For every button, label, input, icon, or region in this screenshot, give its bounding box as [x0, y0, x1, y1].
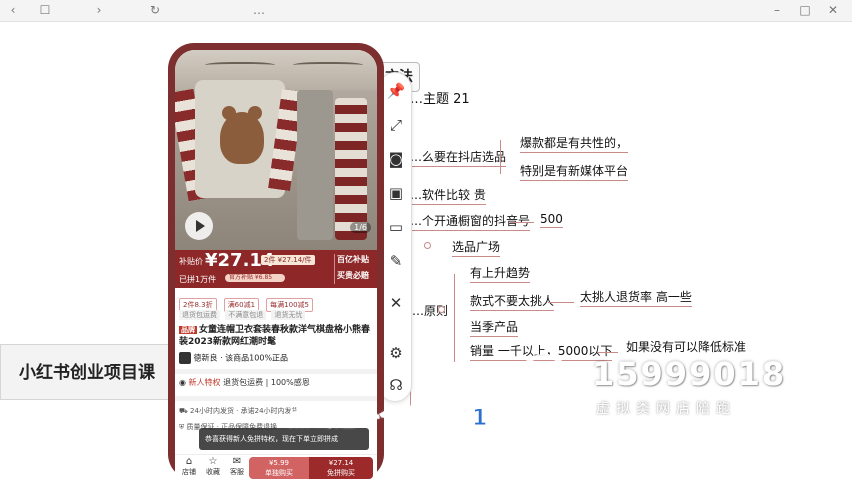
close-window-icon[interactable]: ✕ — [826, 3, 840, 17]
chat-icon: ✉ — [232, 456, 242, 467]
service-tag: 退货包运费 — [179, 310, 220, 320]
play-icon[interactable] — [185, 212, 213, 240]
wechat-logo-icon — [520, 354, 580, 402]
alone-price: ¥5.99 — [268, 459, 290, 467]
branch-line — [500, 140, 501, 174]
course-title-card[interactable]: 小红书创业项目课 — [0, 344, 186, 400]
coupon-row: 2件8.3折 满60减1 每满100减5 — [179, 292, 375, 312]
favorite-label: 收藏 — [206, 468, 220, 476]
bottom-bar: ⌂ 店铺 ☆ 收藏 ✉ 客服 ¥5.99 单独购买 ¥27.14 免拼购买 — [175, 454, 377, 480]
price-label: 补贴价 — [179, 257, 203, 266]
pants — [297, 90, 333, 240]
more-icon[interactable]: … — [252, 3, 266, 17]
perk-icon: ◉ — [179, 378, 189, 387]
buy-group-button[interactable]: ¥27.14 免拼购买 — [309, 457, 373, 479]
back-icon[interactable]: ‹ — [6, 3, 20, 17]
perk-text: 退货包运费 | 100%感恩 — [223, 378, 310, 387]
alone-label: 单独购买 — [265, 469, 293, 477]
star-icon: ☆ — [208, 456, 218, 467]
node-season[interactable]: 当季产品 — [470, 318, 519, 337]
store-label: 店铺 — [182, 468, 196, 476]
node-plaza[interactable]: 选品广场 — [452, 238, 501, 257]
store-icon: ⌂ — [185, 456, 193, 467]
group-label: 免拼购买 — [327, 469, 355, 477]
section-divider — [175, 369, 377, 374]
service-tag: 退货无忧 — [271, 310, 306, 320]
store-button[interactable]: ⌂ 店铺 — [177, 457, 201, 477]
service-label: 客服 — [230, 468, 244, 476]
node-software[interactable]: …软件比较 贵 — [410, 186, 486, 205]
sold-count: 已拼1万件 — [179, 275, 217, 284]
guarantee-badge[interactable]: 买贵必赔 — [337, 270, 369, 281]
collapse-dot[interactable] — [438, 306, 445, 313]
camera-icon[interactable]: ◙ — [386, 149, 406, 169]
headset-icon[interactable]: ☊ — [386, 375, 406, 395]
brand-logo-icon — [179, 352, 191, 364]
connector-line — [548, 302, 574, 303]
perk-row[interactable]: ◉ 新人特权 退货包运费 | 100%感恩 — [179, 377, 375, 388]
screen-icon[interactable]: ▭ — [386, 217, 406, 237]
shipping-text: 24小时内发货 · 承诺24小时内发货 — [190, 407, 299, 415]
node-topic[interactable]: …主题 21 — [410, 88, 470, 107]
watermark-number: 15999018 — [592, 355, 787, 393]
close-icon[interactable]: ✕ — [386, 293, 406, 313]
node-lower-standard[interactable]: 如果没有可以降低标准 — [626, 338, 746, 355]
favorite-button[interactable]: ☆ 收藏 — [201, 457, 225, 477]
maximize-icon[interactable]: □ — [798, 3, 812, 17]
brush-icon[interactable]: ✎ — [386, 251, 406, 271]
subsidy-badge[interactable]: 百亿补贴 — [337, 254, 369, 265]
connector-line — [510, 222, 534, 223]
refresh-icon[interactable]: ↻ — [148, 3, 162, 17]
node-explosive[interactable]: 爆款都是有共性的， — [520, 134, 629, 153]
price-band: 补贴价 ¥27.14 2件 ¥27.14/件 已拼1万件 官方补贴 ¥6.85 … — [175, 250, 377, 288]
node-500[interactable]: 500 — [540, 212, 563, 228]
watermark-subtitle: 虚拟类网店陪跑 — [596, 401, 736, 417]
service-tag: 不满意包退 — [225, 310, 267, 320]
bear-ear — [222, 106, 236, 120]
node-why-douyin[interactable]: …么要在抖店选品 — [410, 148, 507, 167]
checkered-pants — [335, 98, 367, 240]
forward-icon[interactable]: › — [92, 3, 106, 17]
service-tags: 退货包运费 不满意包退 退货无忧 — [179, 310, 375, 320]
node-style[interactable]: 款式不要太挑人 — [470, 292, 555, 311]
bear-ear — [248, 106, 262, 120]
perk-label: 新人特权 — [188, 378, 221, 387]
node-return-rate[interactable]: 太挑人退货率 高一些 — [580, 288, 692, 307]
brand-text: 德新良 · 该商品100%正品 — [193, 353, 289, 363]
group-price: ¥27.14 — [328, 459, 354, 467]
node-trend[interactable]: 有上升趋势 — [470, 264, 531, 283]
product-photo[interactable]: 1/6 — [175, 50, 377, 250]
hanger — [293, 62, 363, 70]
settings-icon[interactable]: ⚙ — [386, 343, 406, 363]
price-chip: 2件 ¥27.14/件 — [261, 255, 315, 265]
image-icon[interactable]: ▣ — [386, 183, 406, 203]
divider — [334, 254, 335, 284]
truck-icon: ⛟ — [179, 407, 191, 415]
minimize-icon[interactable]: – — [770, 3, 784, 17]
product-title[interactable]: 品牌 女童连帽卫衣套装春秋款洋气棋盘格小熊春装2023新款网红潮时髦 — [179, 324, 375, 348]
connector-line — [598, 352, 618, 353]
branch-line — [454, 274, 455, 362]
subsidy-bar: 官方补贴 ¥6.85 — [225, 274, 285, 282]
bear-graphic — [220, 106, 264, 164]
node-new-media[interactable]: 特别是有新媒体平台 — [520, 162, 629, 181]
photo-counter: 1/6 — [350, 222, 371, 233]
brand-badge: 品牌 — [179, 326, 197, 334]
hanger — [205, 62, 275, 70]
brand-row[interactable]: 德新良 · 该商品100%正品 — [179, 352, 375, 366]
video-subtitle: 点击这一个是卖了1万件啊 — [287, 406, 558, 432]
buy-alone-button[interactable]: ¥5.99 单独购买 — [249, 457, 309, 479]
collapse-dot[interactable] — [424, 242, 431, 249]
checkbox-icon[interactable]: ☐ — [38, 3, 52, 17]
expand-icon[interactable]: ⤢ — [386, 115, 406, 135]
window-topbar: ‹ ☐ › ↻ … – □ ✕ — [0, 0, 852, 22]
product-title-text: 女童连帽卫衣套装春秋款洋气棋盘格小熊春装2023新款网红潮时髦 — [179, 325, 371, 347]
pin-icon[interactable]: 📌 — [386, 81, 406, 101]
service-button[interactable]: ✉ 客服 — [225, 457, 249, 477]
